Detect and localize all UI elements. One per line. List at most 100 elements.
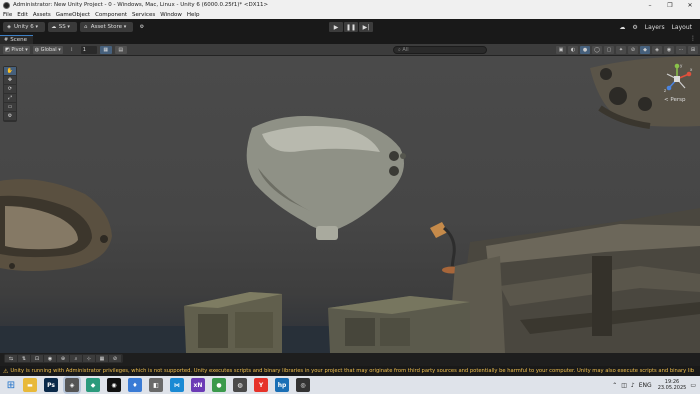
move-tool-icon[interactable]: ✥ xyxy=(4,76,16,84)
menu-assets[interactable]: Assets xyxy=(33,12,51,18)
layers-dropdown[interactable]: Layers xyxy=(645,24,665,31)
speaker-icon[interactable]: ♪ xyxy=(631,382,635,389)
scene-render xyxy=(0,56,700,353)
console-status-bar[interactable]: ⚠ Unity is running with Administrator pr… xyxy=(0,366,700,376)
taskbar-app-app-black[interactable]: ◉ xyxy=(107,378,121,392)
cloud-icon[interactable]: ☁ xyxy=(619,24,625,31)
transform-tool-icon[interactable]: ⚙ xyxy=(4,112,16,120)
taskbar-app-obs[interactable]: ◎ xyxy=(296,378,310,392)
chevron-down-icon: ▾ xyxy=(123,24,127,30)
overlay-tool-icon[interactable]: ⇅ xyxy=(18,355,30,362)
tab-scene[interactable]: # Scene xyxy=(0,35,33,44)
scene-object-rusty-machine[interactable] xyxy=(448,208,700,353)
maximize-button[interactable]: ❐ xyxy=(660,0,680,10)
close-button[interactable]: ✕ xyxy=(680,0,700,10)
system-tray: ⌃ ◫ ♪ ENG 19:26 23.05.2025 ▭ xyxy=(608,376,696,394)
taskbar-clock[interactable]: 19:26 23.05.2025 xyxy=(658,379,687,391)
overlay-tool-icon[interactable]: ⊘ xyxy=(109,355,121,362)
chevron-down-icon: ▾ xyxy=(23,46,28,53)
language-indicator[interactable]: ENG xyxy=(639,382,652,389)
overlay-tool-icon[interactable]: ⊕ xyxy=(57,355,69,362)
menu-gameobject[interactable]: GameObject xyxy=(56,12,90,18)
menu-window[interactable]: Window xyxy=(160,12,182,18)
scene-object-rusty-bowl[interactable] xyxy=(0,179,112,271)
effects-toggle-icon[interactable]: ✦ xyxy=(616,46,626,54)
taskbar-app-file-explorer[interactable]: ▬ xyxy=(23,378,37,392)
global-dropdown[interactable]: ◍ Global ▾ xyxy=(32,45,63,54)
taskbar-app-app-purple[interactable]: xN xyxy=(191,378,205,392)
taskbar-app-hp[interactable]: hp xyxy=(275,378,289,392)
taskbar-app-visual-studio-code[interactable]: ⋈ xyxy=(170,378,184,392)
play-button[interactable]: ▶ xyxy=(329,22,343,32)
menu-edit[interactable]: Edit xyxy=(17,12,28,18)
overlay-tool-icon[interactable]: ⊹ xyxy=(83,355,95,362)
hidden-objects-icon[interactable]: ⊘ xyxy=(628,46,638,54)
2d-toggle-icon[interactable]: ◯ xyxy=(592,46,602,54)
chevron-down-icon: ▾ xyxy=(35,24,38,30)
lighting-toggle-icon[interactable]: ● xyxy=(580,46,590,54)
gizmo-axis-z: z xyxy=(664,88,666,93)
pause-button[interactable]: ❚❚ xyxy=(344,22,358,32)
minimize-button[interactable]: – xyxy=(640,0,660,10)
taskbar-app-app-blue[interactable]: ♦ xyxy=(128,378,142,392)
menu-help[interactable]: Help xyxy=(187,12,200,18)
overlay-tool-icon[interactable]: ⌕ xyxy=(70,355,82,362)
scene-camera-icon[interactable]: ◆ xyxy=(640,46,650,54)
eye-icon[interactable]: ◉ xyxy=(664,46,674,54)
overlay-tool-icon[interactable]: ⊡ xyxy=(31,355,43,362)
chevron-down-icon: ▾ xyxy=(67,24,70,30)
taskbar-app-chrome[interactable]: ● xyxy=(212,378,226,392)
snap-settings-button[interactable]: ▤ xyxy=(114,45,127,54)
taskbar-app-yandex[interactable]: Y xyxy=(254,378,268,392)
tab-menu-icon[interactable]: ⋮ xyxy=(690,35,696,42)
collab-label: SS xyxy=(58,24,66,30)
pivot-dropdown[interactable]: ◩ Pivot ▾ xyxy=(3,45,30,54)
orientation-gizmo[interactable]: y x z xyxy=(659,62,695,96)
gear-icon[interactable]: ⚙ xyxy=(632,24,637,31)
grid-visibility-button[interactable]: ▦ xyxy=(99,45,112,54)
scale-tool-icon[interactable]: ⤢ xyxy=(4,94,16,102)
grid-icon: # xyxy=(4,37,9,43)
overlay-tool-icon[interactable]: ⇆ xyxy=(5,355,17,362)
scene-object-fuel-tank[interactable] xyxy=(246,115,406,240)
shading-icon[interactable]: ◐ xyxy=(568,46,578,54)
gizmos-icon[interactable]: ◈ xyxy=(652,46,662,54)
warning-icon: ⚠ xyxy=(3,367,9,375)
rotate-tool-icon[interactable]: ⟳ xyxy=(4,85,16,93)
taskbar-app-app-green[interactable]: ◆ xyxy=(86,378,100,392)
taskbar-app-app-grey[interactable]: ◧ xyxy=(149,378,163,392)
more-options-icon[interactable]: ⋯ xyxy=(676,46,686,54)
scene-viewport[interactable]: y x z xyxy=(0,56,700,353)
layout-dropdown[interactable]: Layout xyxy=(672,24,692,31)
grid-size-field[interactable]: 1 xyxy=(80,45,97,54)
draw-mode-icon[interactable]: ▣ xyxy=(556,46,566,54)
taskbar-app-unity[interactable]: ◈ xyxy=(65,378,79,392)
step-button[interactable]: ▶| xyxy=(359,22,373,32)
unity-logo-icon: ◈ xyxy=(7,24,11,30)
view-projection-label[interactable]: < Persp xyxy=(664,97,685,103)
chevron-up-icon[interactable]: ⌃ xyxy=(612,382,617,389)
gear-icon: ⚙ xyxy=(139,24,145,30)
bottom-overlay-toolbar: ⇆ ⇅ ⊡ ◉ ⊕ ⌕ ⊹ ▦ ⊘ xyxy=(4,354,123,363)
collab-button[interactable]: ☁ SS ▾ xyxy=(47,22,77,32)
taskbar-app-app-dark[interactable]: ◍ xyxy=(233,378,247,392)
notification-icon[interactable]: ▭ xyxy=(690,382,696,389)
network-icon[interactable]: ◫ xyxy=(621,382,627,389)
menu-file[interactable]: File xyxy=(3,12,12,18)
overlay-tool-icon[interactable]: ▦ xyxy=(96,355,108,362)
maximize-view-icon[interactable]: ⊞ xyxy=(688,46,698,54)
rect-tool-icon[interactable]: ▭ xyxy=(4,103,16,111)
overlay-tool-icon[interactable]: ◉ xyxy=(44,355,56,362)
taskbar-app-photoshop[interactable]: Ps xyxy=(44,378,58,392)
windows-start-button[interactable]: ⊞ xyxy=(4,378,18,392)
scene-search-input[interactable]: ⌕ All xyxy=(393,46,487,54)
hand-tool-icon[interactable]: ✋ xyxy=(4,67,16,75)
menu-component[interactable]: Component xyxy=(95,12,127,18)
grid-snap-toggle[interactable]: ⁞ xyxy=(66,46,78,54)
scene-tab-bar: # Scene xyxy=(0,35,700,44)
settings-button[interactable]: ⚙ xyxy=(136,22,150,32)
audio-toggle-icon[interactable]: ▢ xyxy=(604,46,614,54)
asset-store-button[interactable]: ⌂ Asset Store ▾ xyxy=(79,22,134,32)
menu-services[interactable]: Services xyxy=(132,12,155,18)
account-button[interactable]: ◈ Unity 6 ▾ xyxy=(3,22,45,32)
